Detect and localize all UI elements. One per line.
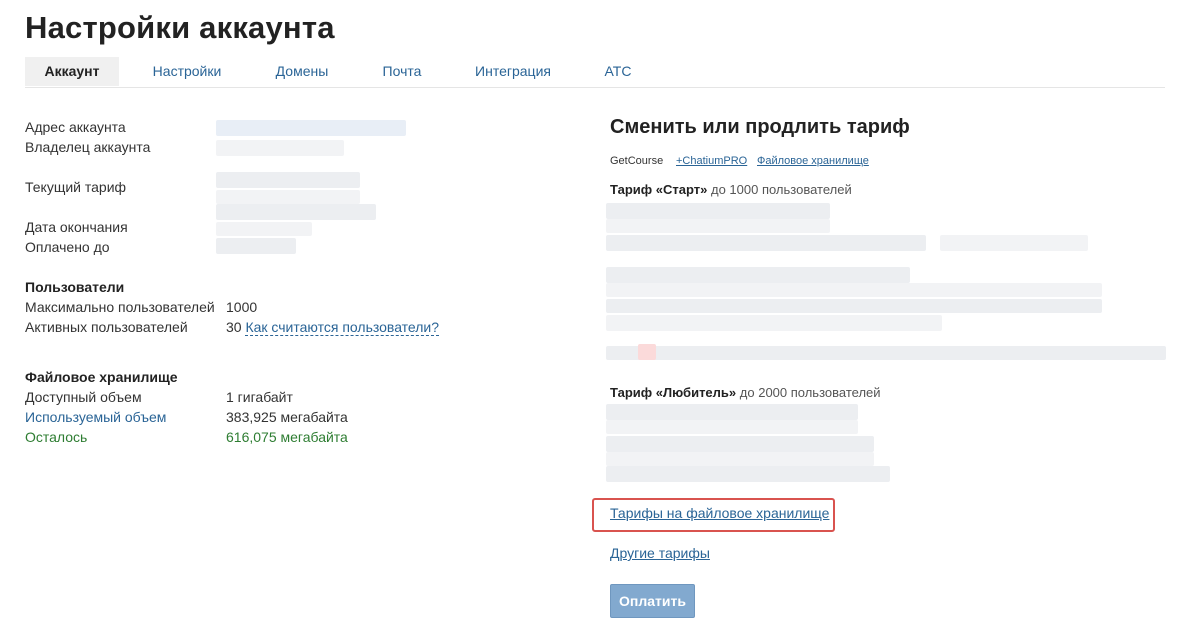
other-tariffs-link[interactable]: Другие тарифы: [610, 545, 710, 561]
redacted-tariff-option: [606, 267, 910, 283]
redacted-tariff-option: [606, 299, 1102, 313]
redacted-tariff-option: [606, 404, 858, 420]
storage-available-value: 1 гигабайт: [226, 389, 293, 405]
tariff-start-name: Тариф «Старт»: [610, 182, 708, 197]
max-users-value: 1000: [226, 299, 258, 315]
redacted-account-address: [216, 120, 406, 136]
redacted-tariff-option: [606, 420, 858, 434]
product-current: GetCourse: [610, 155, 664, 167]
redacted-tariff-option: [606, 436, 874, 452]
redacted-account-owner: [216, 140, 344, 156]
account-owner-label: Владелец аккаунта: [25, 139, 151, 155]
storage-left-value: 616,075 мегабайта: [226, 429, 348, 445]
tariff-start-heading: Тариф «Старт» до 1000 пользователей: [610, 182, 852, 197]
active-users-label: Активных пользователей: [25, 319, 188, 335]
redacted-tariff-option: [606, 283, 1102, 297]
redacted-tariff-option-accent: [638, 344, 656, 360]
storage-used-label: Используемый объем: [25, 409, 167, 425]
pay-button[interactable]: Оплатить: [610, 584, 695, 618]
end-date-label: Дата окончания: [25, 219, 128, 235]
users-section-title: Пользователи: [25, 279, 125, 295]
current-tariff-label: Текущий тариф: [25, 179, 127, 195]
redacted-tariff-option: [606, 235, 926, 251]
tariff-panel-title: Сменить или продлить тариф: [610, 116, 910, 138]
redacted-tariff-option: [606, 452, 874, 466]
storage-available-label: Доступный объем: [25, 389, 142, 405]
tariff-amateur-note: до 2000 пользователей: [739, 385, 881, 400]
redacted-tariff-option: [606, 315, 942, 331]
tab-domains[interactable]: Домены: [269, 57, 335, 86]
storage-used-value: 383,925 мегабайта: [226, 409, 348, 425]
account-address-label: Адрес аккаунта: [25, 119, 126, 135]
product-link-chatiumpro[interactable]: +ChatiumPRO: [676, 155, 747, 167]
tab-account[interactable]: Аккаунт: [25, 57, 119, 86]
redacted-tariff-option: [606, 203, 830, 219]
storage-section-title: Файловое хранилище: [25, 369, 178, 385]
redacted-end-date-2: [216, 222, 312, 236]
tab-integration[interactable]: Интеграция: [468, 57, 558, 86]
tariff-start-note: до 1000 пользователей: [710, 182, 852, 197]
redacted-current-tariff-2: [216, 190, 360, 204]
redacted-tariff-option: [606, 466, 890, 482]
storage-tariffs-link[interactable]: Тарифы на файловое хранилище: [610, 505, 829, 521]
redacted-paid-until: [216, 238, 296, 254]
tab-bar: Аккаунт Настройки Домены Почта Интеграци…: [25, 57, 1165, 88]
product-link-file-storage[interactable]: Файловое хранилище: [757, 155, 869, 167]
redacted-end-date: [216, 204, 376, 220]
tariff-amateur-heading: Тариф «Любитель» до 2000 пользователей: [610, 385, 881, 400]
max-users-label: Максимально пользователей: [25, 299, 215, 315]
active-users-value: 30: [226, 319, 242, 335]
tariff-amateur-name: Тариф «Любитель»: [610, 385, 737, 400]
page-title: Настройки аккаунта: [25, 10, 335, 45]
active-users-row: 30 Как считаются пользователи?: [226, 317, 440, 337]
tab-ats[interactable]: АТС: [597, 57, 639, 86]
tab-settings[interactable]: Настройки: [143, 57, 231, 86]
paid-until-label: Оплачено до: [25, 239, 110, 255]
redacted-tariff-option: [606, 219, 830, 233]
redacted-tariff-option: [940, 235, 1088, 251]
redacted-current-tariff: [216, 172, 360, 188]
redacted-tariff-option: [606, 346, 1166, 360]
storage-left-label: Осталось: [25, 429, 88, 445]
tab-mail[interactable]: Почта: [375, 57, 429, 86]
how-users-counted-link[interactable]: Как считаются пользователи?: [245, 319, 440, 336]
